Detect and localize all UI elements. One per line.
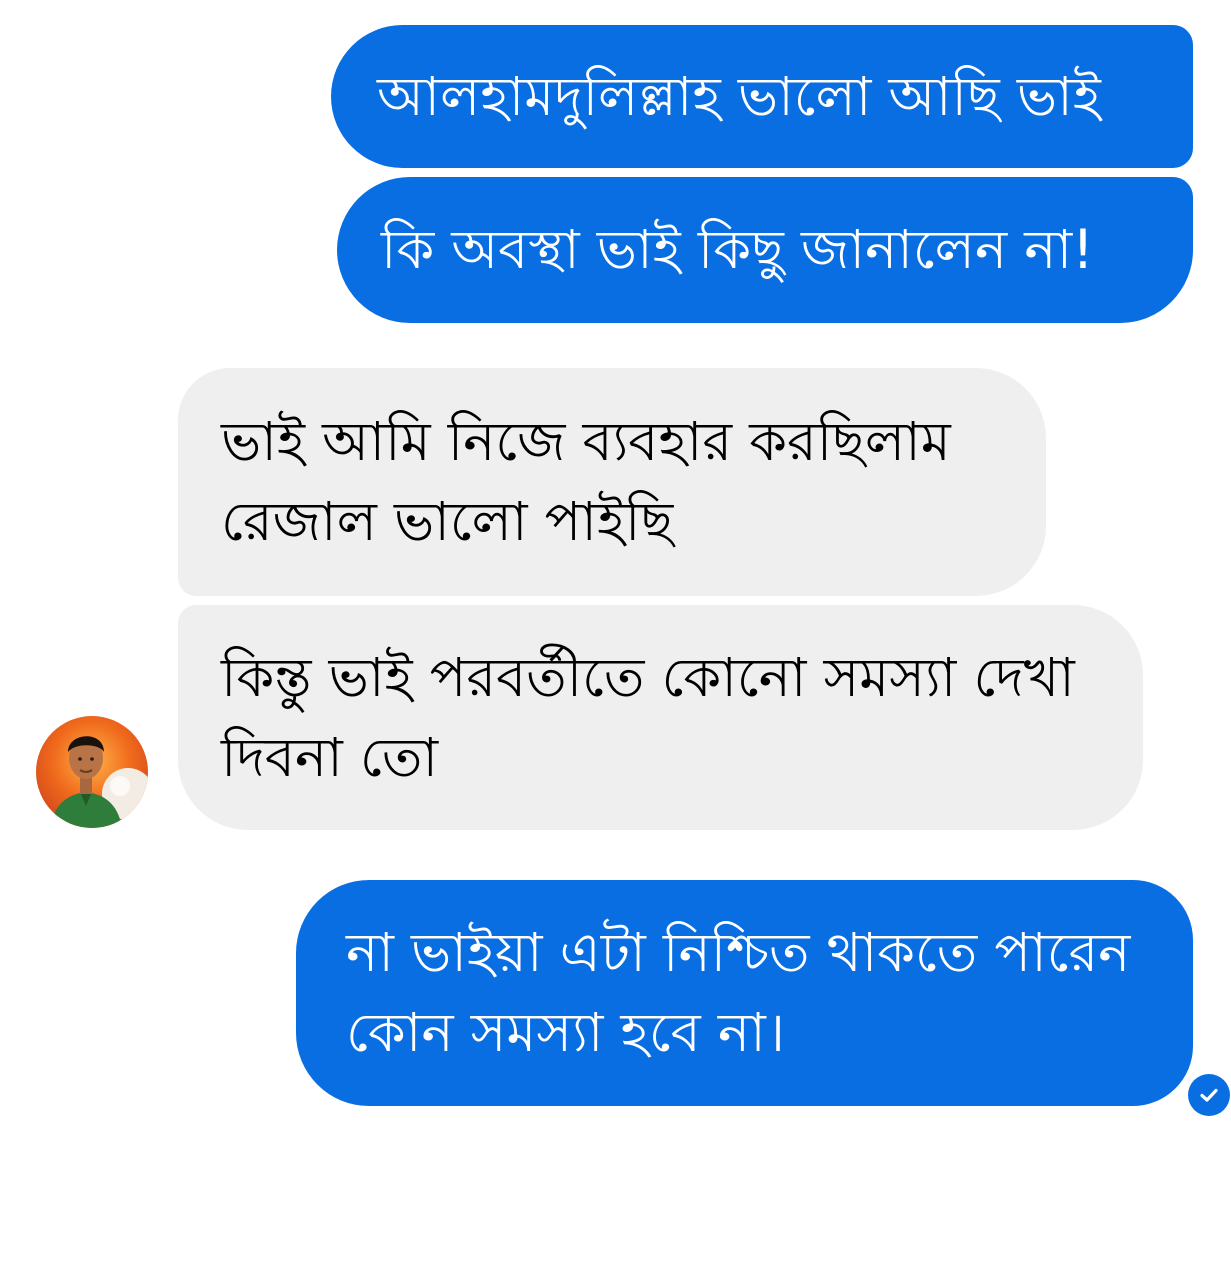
message-text: কিন্তু ভাই পরবর্তীতে কোনো সমস্যা দেখা দি…: [221, 645, 1075, 789]
message-bubble-sent[interactable]: না ভাইয়া এটা নিশ্চিত থাকতে পারেন কোন সম…: [296, 880, 1193, 1106]
avatar[interactable]: [36, 716, 148, 828]
message-text: ভাই আমি নিজে ব্যবহার করছিলাম রেজাল ভালো …: [221, 410, 951, 553]
message-bubble-sent[interactable]: কি অবস্থা ভাই কিছু জানালেন না!: [337, 177, 1193, 323]
message-text: কি অবস্থা ভাই কিছু জানালেন না!: [381, 218, 1094, 281]
profile-photo: [50, 736, 148, 828]
check-circle-icon: [1188, 1074, 1230, 1116]
message-bubble-received[interactable]: ভাই আমি নিজে ব্যবহার করছিলাম রেজাল ভালো …: [178, 368, 1046, 596]
message-bubble-received[interactable]: কিন্তু ভাই পরবর্তীতে কোনো সমস্যা দেখা দি…: [178, 605, 1143, 830]
message-bubble-sent[interactable]: আলহামদুলিল্লাহ ভালো আছি ভাই: [331, 25, 1193, 168]
message-text: আলহামদুলিল্লাহ ভালো আছি ভাই: [377, 64, 1101, 128]
message-text: না ভাইয়া এটা নিশ্চিত থাকতে পারেন কোন সম…: [346, 921, 1131, 1064]
